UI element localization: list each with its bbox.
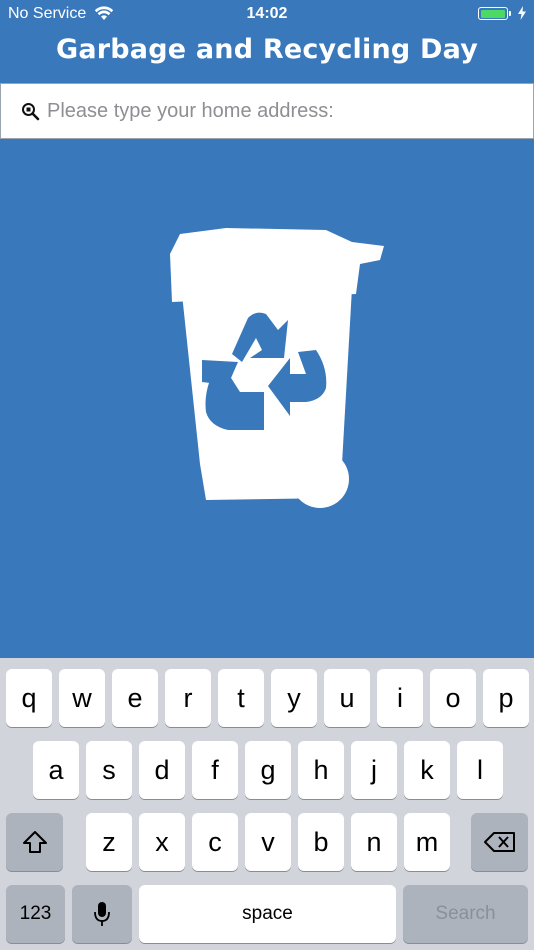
- key-f[interactable]: f: [192, 741, 238, 799]
- search-icon: [21, 102, 41, 127]
- delete-icon: [483, 832, 515, 852]
- battery-icon: [478, 7, 511, 20]
- status-bar: No Service 14:02: [0, 0, 534, 28]
- key-d[interactable]: d: [139, 741, 185, 799]
- microphone-key[interactable]: [72, 885, 132, 943]
- recycling-bin-icon: [166, 224, 386, 515]
- key-b[interactable]: b: [298, 813, 344, 871]
- charging-icon: [518, 6, 526, 25]
- key-i[interactable]: i: [377, 669, 423, 727]
- key-r[interactable]: r: [165, 669, 211, 727]
- address-input[interactable]: [47, 84, 517, 138]
- delete-key[interactable]: [471, 813, 528, 871]
- key-n[interactable]: n: [351, 813, 397, 871]
- key-z[interactable]: z: [86, 813, 132, 871]
- key-p[interactable]: p: [483, 669, 529, 727]
- address-search-bar[interactable]: [0, 83, 534, 139]
- shift-icon: [22, 831, 47, 853]
- battery-level: [480, 9, 505, 18]
- page-title: Garbage and Recycling Day: [55, 34, 479, 65]
- key-a[interactable]: a: [33, 741, 79, 799]
- key-h[interactable]: h: [298, 741, 344, 799]
- battery-tip: [509, 11, 511, 16]
- key-y[interactable]: y: [271, 669, 317, 727]
- key-c[interactable]: c: [192, 813, 238, 871]
- key-o[interactable]: o: [430, 669, 476, 727]
- key-t[interactable]: t: [218, 669, 264, 727]
- clock: 14:02: [246, 5, 288, 22]
- key-j[interactable]: j: [351, 741, 397, 799]
- shift-key[interactable]: [6, 813, 63, 871]
- search-key[interactable]: Search: [403, 885, 528, 943]
- key-q[interactable]: q: [6, 669, 52, 727]
- key-l[interactable]: l: [457, 741, 503, 799]
- space-key[interactable]: space: [139, 885, 396, 943]
- key-e[interactable]: e: [112, 669, 158, 727]
- key-u[interactable]: u: [324, 669, 370, 727]
- microphone-icon: [94, 902, 110, 926]
- numbers-key[interactable]: 123: [6, 885, 65, 943]
- key-s[interactable]: s: [86, 741, 132, 799]
- key-g[interactable]: g: [245, 741, 291, 799]
- on-screen-keyboard: qwertyuiop asdfghjkl zxcvbnm 123 space S…: [0, 658, 534, 950]
- key-x[interactable]: x: [139, 813, 185, 871]
- key-w[interactable]: w: [59, 669, 105, 727]
- key-k[interactable]: k: [404, 741, 450, 799]
- key-m[interactable]: m: [404, 813, 450, 871]
- key-v[interactable]: v: [245, 813, 291, 871]
